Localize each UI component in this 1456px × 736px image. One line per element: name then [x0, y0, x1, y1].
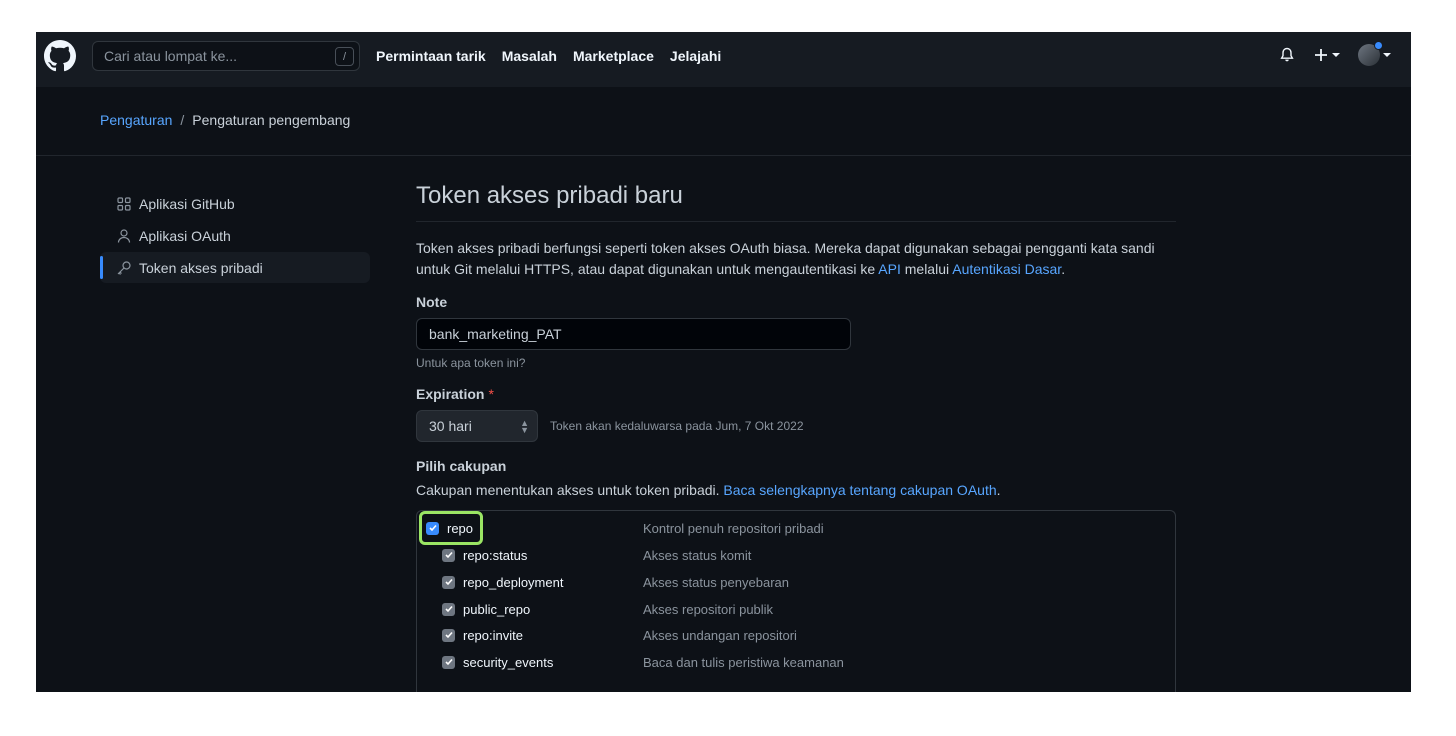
scope-desc: Akses undangan repositori: [643, 627, 797, 643]
breadcrumb-separator: /: [180, 112, 185, 128]
checkbox-repo-status[interactable]: [442, 548, 455, 562]
apps-icon: [116, 196, 132, 212]
scope-name: repo: [447, 520, 474, 536]
check-icon: [444, 631, 453, 639]
check-icon: [428, 524, 437, 532]
scopes-list: repo Kontrol penuh repositori pribadi re…: [416, 510, 1176, 692]
header-actions: [1279, 41, 1391, 66]
checkbox-repo[interactable]: [426, 521, 439, 535]
expiration-value: 30 hari: [429, 418, 472, 434]
top-header: / Permintaan tarik Masalah Marketplace J…: [36, 32, 1411, 87]
create-new-button[interactable]: [1313, 47, 1340, 63]
scope-desc: Baca dan tulis peristiwa keamanan: [643, 654, 844, 670]
github-logo-icon[interactable]: [44, 40, 76, 72]
search-input[interactable]: [104, 48, 324, 64]
scope-name: repo:status: [463, 547, 528, 563]
search-shortcut-key: /: [335, 47, 354, 66]
scope-name: security_events: [463, 654, 554, 670]
scope-name: repo_deployment: [463, 574, 564, 590]
intro-text: Token akses pribadi berfungsi seperti to…: [416, 238, 1176, 280]
scope-desc: Akses status komit: [643, 547, 752, 563]
chevron-down-icon: [1383, 53, 1391, 57]
scope-row-repo[interactable]: repo Kontrol penuh repositori pribadi: [426, 517, 824, 539]
expiration-label: Expiration *: [416, 386, 1176, 402]
scope-name: public_repo: [463, 601, 531, 617]
scope-row-security-events[interactable]: security_events Baca dan tulis peristiwa…: [442, 651, 844, 673]
scopes-group: Pilih cakupan Cakupan menentukan akses u…: [416, 458, 1176, 692]
expiration-note: Token akan kedaluwarsa pada Jum, 7 Okt 2…: [550, 419, 804, 433]
page-title: Token akses pribadi baru: [416, 182, 1176, 222]
search-box[interactable]: /: [92, 41, 360, 71]
app-window: / Permintaan tarik Masalah Marketplace J…: [36, 32, 1411, 692]
scopes-lead: Cakupan menentukan akses untuk token pri…: [416, 482, 1176, 498]
check-icon: [444, 578, 453, 586]
global-nav: Permintaan tarik Masalah Marketplace Jel…: [376, 32, 721, 80]
sidebar-item-github-apps[interactable]: Aplikasi GitHub: [100, 188, 370, 219]
scopes-lead-end: .: [996, 482, 1001, 498]
sidebar-item-label: Aplikasi GitHub: [139, 195, 235, 212]
settings-sidebar: Aplikasi GitHub Aplikasi OAuth Token aks…: [100, 188, 370, 284]
check-icon: [444, 658, 453, 666]
check-icon: [444, 551, 453, 559]
checkbox-security-events[interactable]: [442, 655, 455, 669]
checkbox-repo-invite[interactable]: [442, 628, 455, 642]
oauth-scopes-link[interactable]: Baca selengkapnya tentang cakupan OAuth: [723, 482, 996, 498]
scope-desc: Akses repositori publik: [643, 601, 774, 617]
scope-row-repo-deployment[interactable]: repo_deployment Akses status penyebaran: [442, 571, 789, 593]
nav-issues[interactable]: Masalah: [502, 48, 557, 64]
intro-mid: melalui: [904, 261, 950, 277]
intro-end: .: [1061, 261, 1066, 277]
note-label: Note: [416, 294, 448, 310]
user-menu-button[interactable]: [1358, 41, 1391, 66]
note-field[interactable]: [416, 318, 851, 350]
breadcrumb-current: Pengaturan pengembang: [192, 112, 351, 128]
scope-row-public-repo[interactable]: public_repo Akses repositori publik: [442, 598, 773, 620]
nav-marketplace[interactable]: Marketplace: [573, 48, 654, 64]
expiration-select[interactable]: 30 hari ▲ ▼: [416, 410, 538, 442]
person-icon: [116, 228, 132, 244]
plus-icon: [1315, 49, 1327, 61]
breadcrumb-band: Pengaturan / Pengaturan pengembang: [36, 87, 1411, 156]
status-dot: [1374, 41, 1383, 50]
select-arrows-icon: ▲ ▼: [520, 418, 529, 435]
scopes-lead-text: Cakupan menentukan akses untuk token pri…: [416, 482, 720, 498]
chevron-down-icon: [1332, 53, 1340, 57]
breadcrumb-settings-link[interactable]: Pengaturan: [100, 112, 172, 128]
required-mark: *: [488, 386, 494, 402]
breadcrumb: Pengaturan / Pengaturan pengembang: [100, 112, 350, 128]
scope-row-repo-invite[interactable]: repo:invite Akses undangan repositori: [442, 624, 797, 646]
avatar: [1358, 41, 1383, 66]
notifications-button[interactable]: [1279, 47, 1295, 63]
key-icon: [116, 260, 132, 276]
checkbox-repo-deployment[interactable]: [442, 575, 455, 589]
main-content: Token akses pribadi baru Token akses pri…: [416, 182, 1176, 692]
expiration-row: 30 hari ▲ ▼ Token akan kedaluwarsa pada J…: [416, 410, 1176, 442]
scopes-label: Pilih cakupan: [416, 458, 507, 474]
scope-desc: Akses status penyebaran: [643, 574, 789, 590]
sidebar-item-label: Aplikasi OAuth: [139, 227, 231, 244]
checkbox-public-repo[interactable]: [442, 602, 455, 616]
sidebar-item-oauth-apps[interactable]: Aplikasi OAuth: [100, 220, 370, 251]
sidebar-item-label: Token akses pribadi: [139, 259, 263, 276]
scope-row-repo-status[interactable]: repo:status Akses status komit: [442, 544, 751, 566]
scope-desc: Kontrol penuh repositori pribadi: [643, 520, 824, 536]
api-link[interactable]: API: [878, 261, 901, 277]
bell-icon: [1280, 47, 1294, 62]
note-group: Note Untuk apa token ini?: [416, 294, 1176, 370]
nav-pull-requests[interactable]: Permintaan tarik: [376, 48, 486, 64]
expiration-group: Expiration * 30 hari ▲ ▼ Token akan kedalu…: [416, 386, 1176, 442]
nav-explore[interactable]: Jelajahi: [670, 48, 721, 64]
expiration-label-text: Expiration: [416, 386, 485, 402]
scope-name: repo:invite: [463, 627, 523, 643]
basic-auth-link[interactable]: Autentikasi Dasar: [952, 261, 1061, 277]
sidebar-item-personal-tokens[interactable]: Token akses pribadi: [100, 252, 370, 283]
note-hint: Untuk apa token ini?: [416, 356, 526, 370]
check-icon: [444, 605, 453, 613]
